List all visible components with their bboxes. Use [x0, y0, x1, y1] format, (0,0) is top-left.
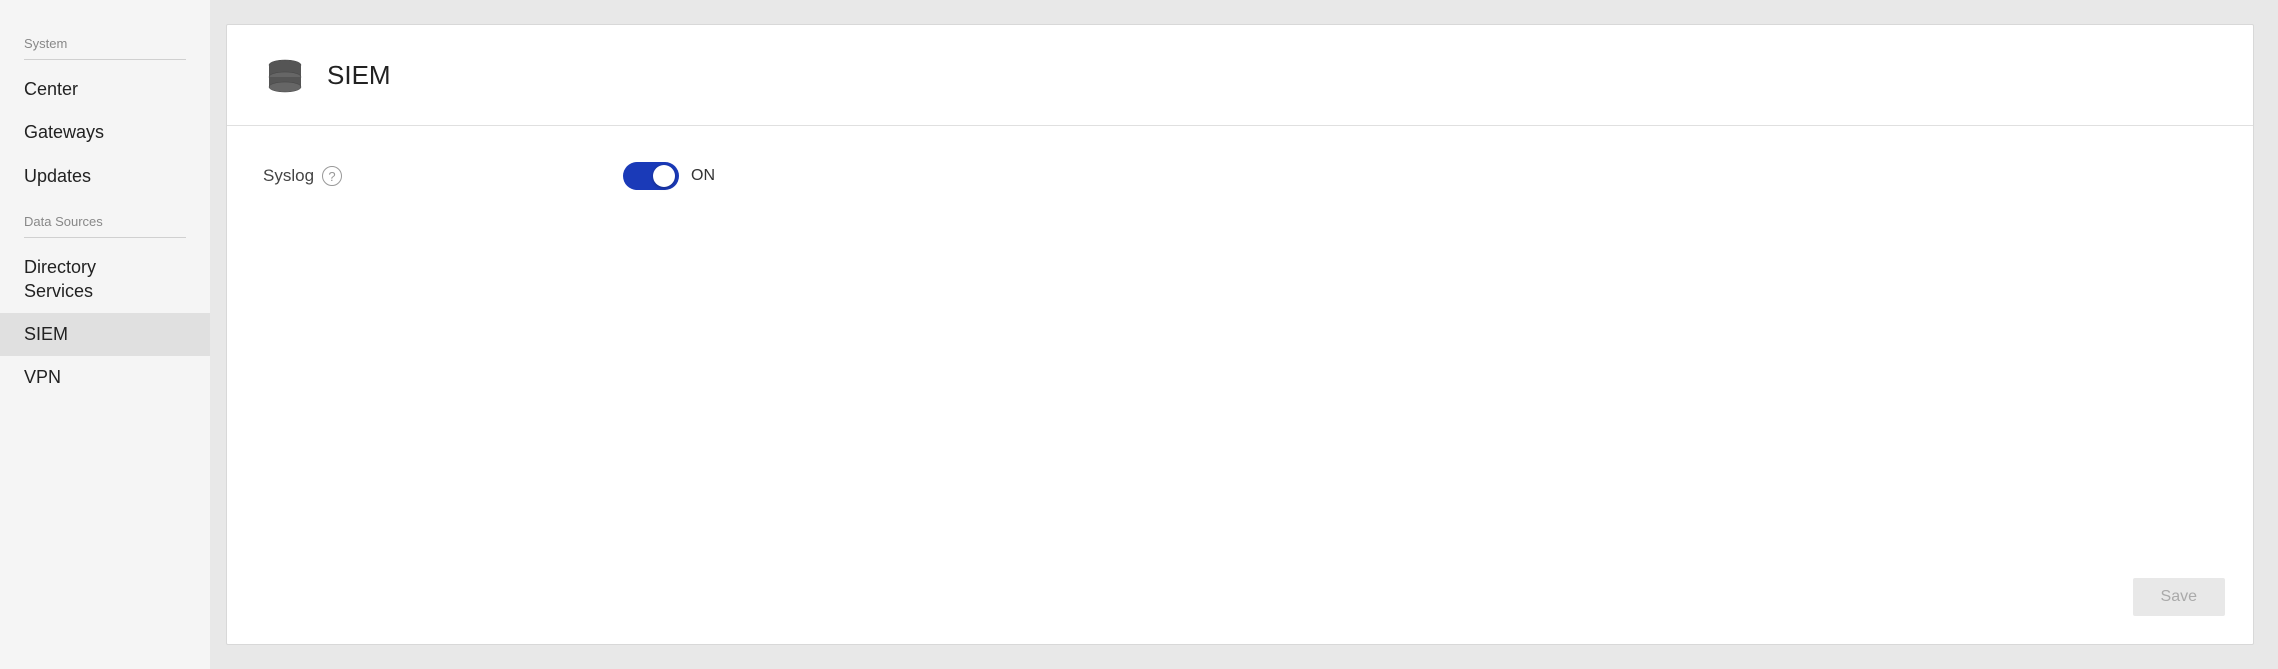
syslog-toggle[interactable]	[623, 162, 679, 190]
sidebar-item-directory-services[interactable]: DirectoryServices	[0, 246, 210, 313]
syslog-help-icon[interactable]: ?	[322, 166, 342, 186]
siem-icon	[263, 53, 307, 97]
syslog-row: Syslog ? ON	[263, 162, 2217, 190]
syslog-toggle-container: ON	[623, 162, 715, 190]
sidebar-item-siem[interactable]: SIEM	[0, 313, 210, 356]
data-sources-divider	[24, 237, 186, 238]
sidebar-item-updates[interactable]: Updates	[0, 155, 210, 198]
main-content: SIEM Syslog ? ON	[210, 0, 2278, 669]
system-section-label: System	[0, 20, 210, 59]
toggle-state-label: ON	[691, 167, 715, 185]
card-header: SIEM	[227, 25, 2253, 126]
sidebar-item-gateways[interactable]: Gateways	[0, 111, 210, 154]
toggle-track	[623, 162, 679, 190]
system-divider	[24, 59, 186, 60]
sidebar-item-vpn[interactable]: VPN	[0, 356, 210, 399]
page-title: SIEM	[327, 60, 391, 91]
data-sources-section-label: Data Sources	[0, 198, 210, 237]
card-body: Syslog ? ON Save	[227, 126, 2253, 644]
save-btn-container: Save	[2133, 578, 2225, 616]
content-card: SIEM Syslog ? ON	[226, 24, 2254, 645]
sidebar-item-center[interactable]: Center	[0, 68, 210, 111]
syslog-label: Syslog ?	[263, 166, 563, 186]
toggle-thumb	[653, 165, 675, 187]
save-button[interactable]: Save	[2133, 578, 2225, 616]
sidebar: System Center Gateways Updates Data Sour…	[0, 0, 210, 669]
